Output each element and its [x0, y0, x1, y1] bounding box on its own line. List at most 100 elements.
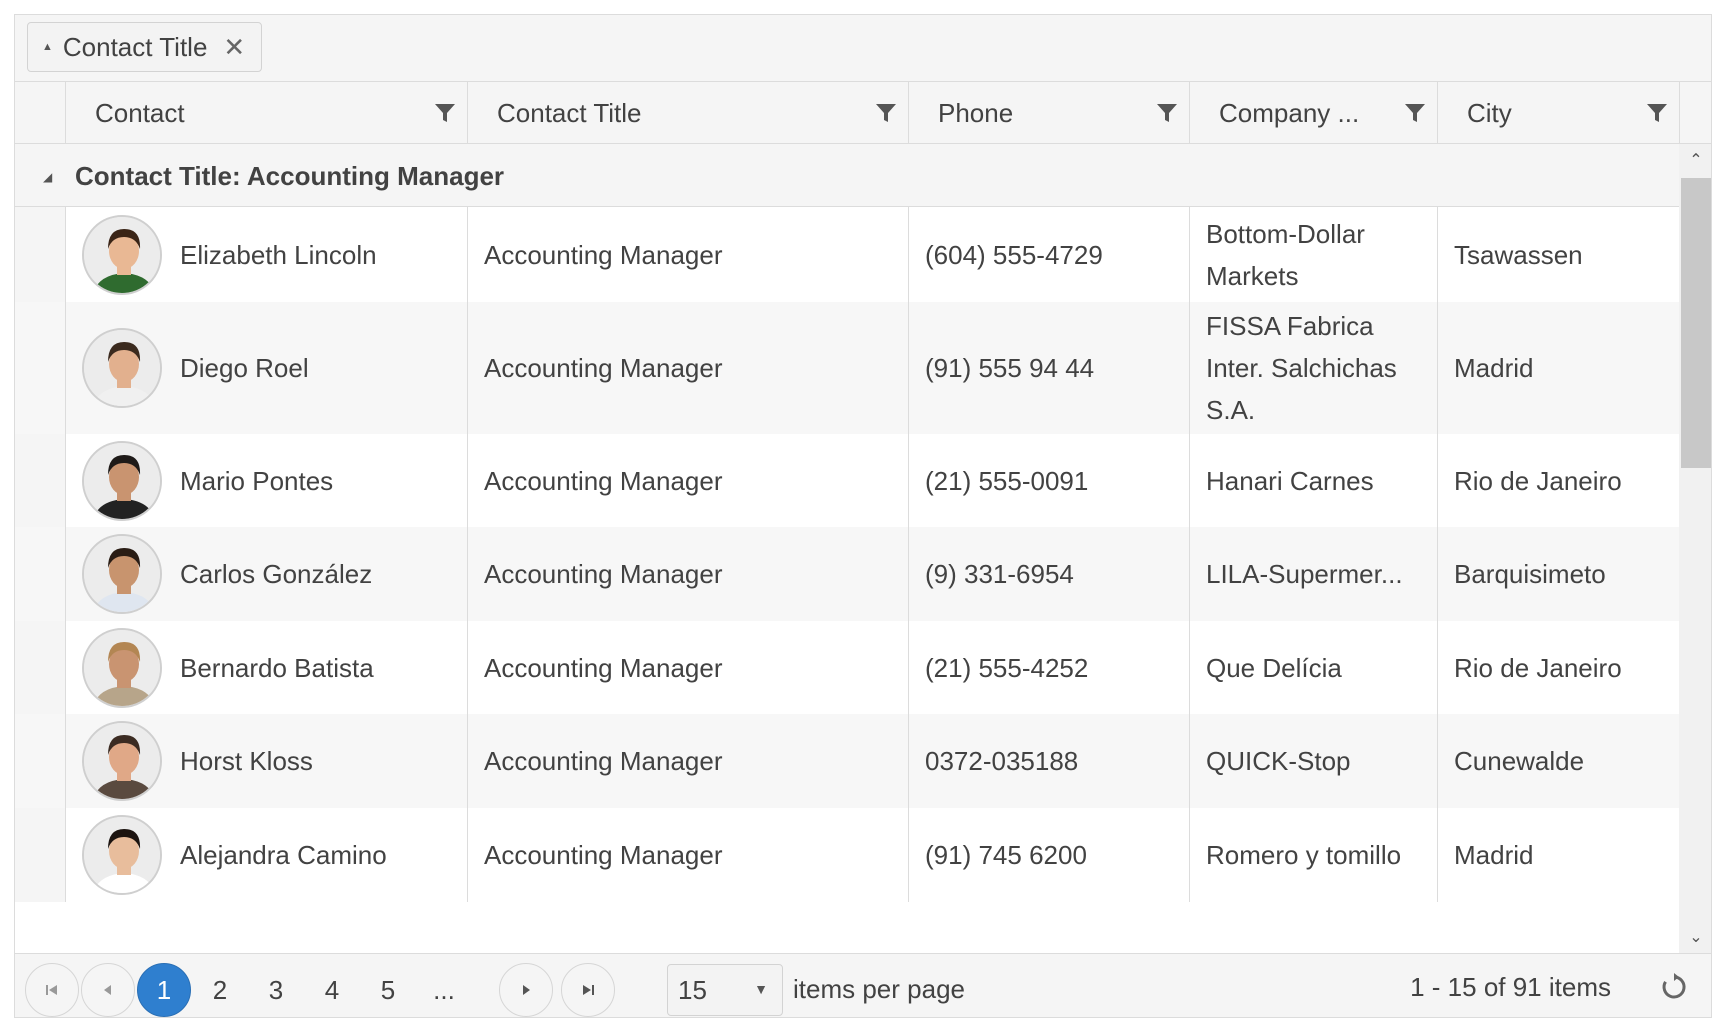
column-header-contact[interactable]: Contact	[65, 82, 467, 144]
cell-phone[interactable]: (91) 745 6200	[908, 808, 1189, 902]
cell-city[interactable]: Rio de Janeiro	[1437, 434, 1679, 527]
last-page-button[interactable]	[561, 963, 615, 1017]
cell-contact-title-text: Accounting Manager	[484, 559, 723, 589]
cell-contact-title-text: Accounting Manager	[484, 652, 723, 683]
cell-phone[interactable]: (21) 555-0091	[908, 434, 1189, 527]
cell-phone[interactable]: (91) 555 94 44	[908, 302, 1189, 434]
cell-phone[interactable]: (604) 555-4729	[908, 207, 1189, 302]
cell-contact-title[interactable]: Accounting Manager	[467, 621, 908, 714]
previous-page-button[interactable]	[81, 963, 135, 1017]
cell-contact[interactable]: Mario Pontes	[65, 434, 467, 527]
cell-city[interactable]: Barquisimeto	[1437, 527, 1679, 621]
group-header-row[interactable]: ◢ Contact Title: Accounting Manager	[15, 144, 1679, 207]
cell-company[interactable]: QUICK-Stop	[1189, 714, 1437, 808]
cell-phone[interactable]: 0372-035188	[908, 714, 1189, 808]
cell-company[interactable]: Hanari Carnes	[1189, 434, 1437, 527]
cell-city[interactable]: Cunewalde	[1437, 714, 1679, 808]
avatar	[82, 328, 162, 408]
page-button-3[interactable]: 3	[249, 963, 303, 1017]
table-row[interactable]: Carlos González Accounting Manager (9) 331…	[15, 527, 1679, 621]
contact-name: Horst Kloss	[180, 746, 313, 776]
filter-icon[interactable]	[874, 101, 898, 125]
next-page-button[interactable]	[499, 963, 553, 1017]
cell-contact[interactable]: Bernardo Batista	[65, 621, 467, 714]
scrollbar-thumb[interactable]	[1681, 178, 1711, 468]
cell-company[interactable]: Romero y tomillo	[1189, 808, 1437, 902]
cell-city[interactable]: Tsawassen	[1437, 207, 1679, 302]
first-page-button[interactable]	[25, 963, 79, 1017]
close-icon[interactable]: ✕	[223, 32, 245, 63]
page-button-4[interactable]: 4	[305, 963, 359, 1017]
last-page-icon	[583, 985, 594, 995]
cell-contact-title-text: Accounting Manager	[484, 239, 723, 270]
cell-company-text: QUICK-Stop	[1206, 746, 1351, 776]
vertical-scrollbar[interactable]: ⌃ ⌄	[1679, 144, 1711, 953]
cell-contact-title[interactable]: Accounting Manager	[467, 714, 908, 808]
page-size-select[interactable]: 15 ▼	[667, 964, 783, 1016]
filter-icon[interactable]	[1155, 101, 1179, 125]
group-title: Contact Title: Accounting Manager	[75, 161, 505, 191]
group-chip-contact-title[interactable]: ▲ Contact Title ✕	[27, 22, 262, 72]
page-button-2[interactable]: 2	[193, 963, 247, 1017]
cell-contact[interactable]: Horst Kloss	[65, 714, 467, 808]
cell-city-text: Tsawassen	[1454, 239, 1583, 270]
cell-contact[interactable]: Elizabeth Lincoln	[65, 207, 467, 302]
contact-name: Diego Roel	[180, 353, 309, 383]
cell-phone[interactable]: (21) 555-4252	[908, 621, 1189, 714]
column-header-contact-title[interactable]: Contact Title	[467, 82, 908, 144]
cell-city[interactable]: Rio de Janeiro	[1437, 621, 1679, 714]
cell-contact[interactable]: Carlos González	[65, 527, 467, 621]
cell-contact[interactable]: Alejandra Camino	[65, 808, 467, 902]
cell-phone[interactable]: (9) 331-6954	[908, 527, 1189, 621]
table-row[interactable]: Mario Pontes Accounting Manager (21) 555-0…	[15, 434, 1679, 527]
cell-contact[interactable]: Diego Roel	[65, 302, 467, 434]
cell-company-text: Hanari Carnes	[1206, 465, 1374, 496]
column-header-label: Company ...	[1219, 97, 1360, 128]
column-header-company[interactable]: Company ...	[1189, 82, 1437, 144]
cell-contact-title[interactable]: Accounting Manager	[467, 434, 908, 527]
table-row[interactable]: Bernardo Batista Accounting Manager (21) 5…	[15, 621, 1679, 714]
filter-icon[interactable]	[1403, 101, 1427, 125]
table-row[interactable]: Diego Roel Accounting Manager (91) 555 94 …	[15, 302, 1679, 434]
cell-city[interactable]: Madrid	[1437, 302, 1679, 434]
page-button-more[interactable]: ...	[417, 963, 471, 1017]
table-row[interactable]: Horst Kloss Accounting Manager 0372-035188…	[15, 714, 1679, 808]
contact-name: Alejandra Camino	[180, 840, 387, 870]
cell-company[interactable]: Bottom-Dollar Markets	[1189, 207, 1437, 302]
first-page-icon	[46, 985, 57, 995]
pager: 1 2 3 4 5 ... 15 ▼ items per page 1 - 15…	[15, 953, 1711, 1017]
cell-city-text: Rio de Janeiro	[1454, 465, 1622, 496]
column-header-phone[interactable]: Phone	[908, 82, 1189, 144]
sort-asc-icon[interactable]: ▲	[42, 41, 53, 53]
cell-contact-title[interactable]: Accounting Manager	[467, 207, 908, 302]
chevron-up-icon[interactable]: ⌃	[1679, 144, 1711, 176]
cell-contact-title[interactable]: Accounting Manager	[467, 527, 908, 621]
filter-icon[interactable]	[433, 101, 457, 125]
page-button-5[interactable]: 5	[361, 963, 415, 1017]
cell-contact-title[interactable]: Accounting Manager	[467, 808, 908, 902]
cell-company[interactable]: LILA-Supermer...	[1189, 527, 1437, 621]
cell-city-text: Madrid	[1454, 840, 1534, 870]
page-button-1[interactable]: 1	[137, 963, 191, 1017]
cell-phone-text: (91) 555 94 44	[925, 353, 1095, 383]
collapse-group-icon[interactable]: ◢	[43, 170, 52, 184]
column-header-city[interactable]: City	[1437, 82, 1679, 144]
cell-contact-title[interactable]: Accounting Manager	[467, 302, 908, 434]
cell-city-text: Cunewalde	[1454, 746, 1585, 776]
avatar	[82, 440, 162, 521]
cell-company[interactable]: FISSA Fabrica Inter. Salchichas S.A.	[1189, 302, 1437, 434]
filter-icon[interactable]	[1645, 101, 1669, 125]
column-header-label: Phone	[938, 97, 1014, 128]
cell-company[interactable]: Que Delícia	[1189, 621, 1437, 714]
cell-contact-title-text: Accounting Manager	[484, 353, 723, 383]
header-scroll-spacer	[1679, 82, 1711, 144]
cell-city[interactable]: Madrid	[1437, 808, 1679, 902]
table-row[interactable]: Elizabeth Lincoln Accounting Manager (604)…	[15, 207, 1679, 302]
cell-contact-title-text: Accounting Manager	[484, 746, 723, 776]
table-row[interactable]: Alejandra Camino Accounting Manager (91) 7…	[15, 808, 1679, 902]
contact-name: Bernardo Batista	[180, 652, 374, 683]
refresh-icon[interactable]	[1659, 972, 1689, 1002]
cell-city-text: Madrid	[1454, 353, 1534, 383]
chevron-down-icon[interactable]: ⌄	[1679, 921, 1711, 953]
row-indent-cell	[15, 527, 71, 621]
